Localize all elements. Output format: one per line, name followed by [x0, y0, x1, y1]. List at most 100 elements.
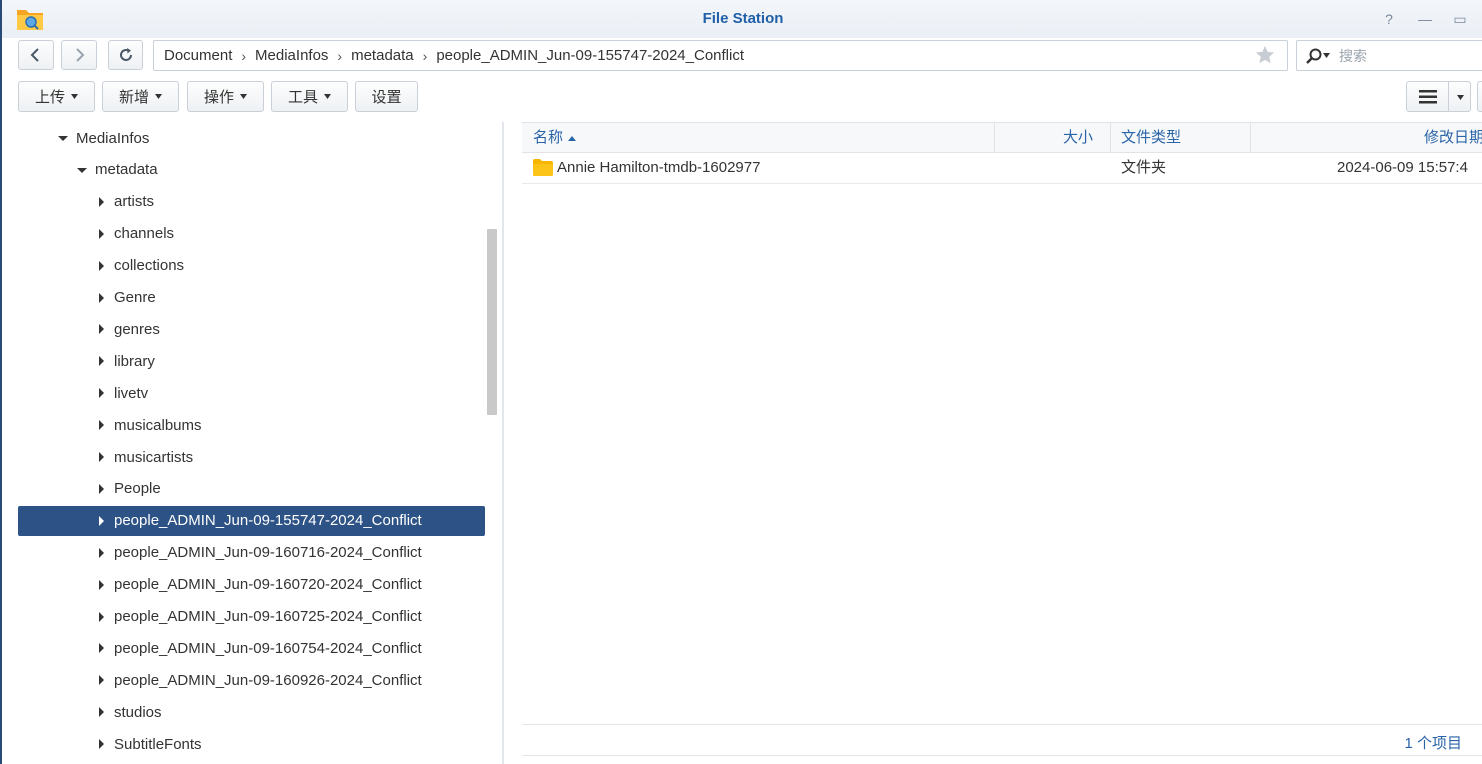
chevron-down-icon[interactable]	[1457, 95, 1464, 100]
tree-item[interactable]: artists	[18, 187, 485, 217]
new-button[interactable]: 新增	[102, 81, 179, 112]
caret-right-icon[interactable]	[96, 292, 106, 303]
column-header-modified[interactable]: 修改日期	[1424, 123, 1482, 153]
caret-right-icon[interactable]	[96, 483, 106, 494]
column-header-type[interactable]: 文件类型	[1121, 123, 1181, 153]
tree-item[interactable]: people_ADMIN_Jun-09-160754-2024_Conflict	[18, 633, 485, 663]
view-button-divider	[1448, 82, 1449, 111]
caret-right-icon[interactable]	[96, 452, 106, 462]
settings-button[interactable]: 设置	[355, 81, 418, 112]
breadcrumb-item-current[interactable]: people_ADMIN_Jun-09-155747-2024_Conflict	[436, 47, 744, 64]
caret-right-icon[interactable]	[96, 739, 106, 750]
tree-item[interactable]: library	[18, 346, 485, 376]
caret-right-icon[interactable]	[96, 388, 106, 399]
tree-item[interactable]: metadata	[18, 155, 485, 185]
tree-item-label: studios	[114, 703, 162, 721]
tree-item-label: collections	[114, 257, 185, 275]
caret-right-icon[interactable]	[96, 260, 106, 271]
sort-button[interactable]	[1477, 81, 1482, 112]
tree-item[interactable]: people_ADMIN_Jun-09-160716-2024_Conflict	[18, 538, 485, 568]
breadcrumb-separator: ›	[422, 47, 428, 64]
search-input[interactable]	[1339, 46, 1482, 66]
caret-right-icon[interactable]	[96, 228, 106, 239]
caret-right-icon[interactable]	[96, 643, 106, 654]
caret-right-icon[interactable]	[96, 675, 106, 686]
breadcrumb-item-document[interactable]: Document	[164, 47, 232, 64]
chevron-down-icon	[71, 94, 78, 99]
search-icon[interactable]	[1305, 47, 1323, 65]
caret-down-icon[interactable]	[77, 165, 87, 175]
breadcrumb-item-mediainfos[interactable]: MediaInfos	[255, 47, 328, 64]
folder-icon	[533, 159, 553, 176]
chevron-left-icon	[30, 48, 39, 62]
action-button[interactable]: 操作	[187, 81, 264, 112]
tree-item[interactable]: people_ADMIN_Jun-09-160725-2024_Conflict	[18, 602, 485, 632]
tree-item-label: library	[114, 352, 155, 370]
tree-item[interactable]: MediaInfos	[18, 123, 485, 153]
chevron-down-icon	[155, 94, 162, 99]
sort-ascending-icon	[568, 135, 577, 141]
forward-button[interactable]	[61, 40, 97, 70]
tree-item-label: people_ADMIN_Jun-09-160754-2024_Conflict	[114, 639, 422, 657]
minimize-icon[interactable]: —	[1416, 10, 1434, 28]
file-station-window: File Station ? — ▭ Document › MediaInfos…	[0, 0, 1482, 764]
tree-item[interactable]: livetv	[18, 378, 485, 408]
tree-item-label: SubtitleFonts	[114, 735, 202, 753]
tree-item-label: musicalbums	[114, 416, 202, 434]
new-label: 新增	[118, 89, 149, 106]
caret-right-icon[interactable]	[96, 420, 106, 431]
tools-button[interactable]: 工具	[271, 81, 348, 112]
tree-scrollbar[interactable]	[487, 229, 497, 415]
chevron-down-icon[interactable]	[1323, 53, 1330, 58]
tree-item[interactable]: studios	[18, 697, 485, 727]
tree-item-label: people_ADMIN_Jun-09-160725-2024_Conflict	[114, 608, 422, 625]
back-button[interactable]	[18, 40, 54, 70]
tree-item-label: people_ADMIN_Jun-09-155747-2024_Conflict	[114, 512, 422, 530]
caret-right-icon[interactable]	[96, 579, 106, 590]
tree-item[interactable]: people_ADMIN_Jun-09-160720-2024_Conflict	[18, 570, 485, 600]
action-label: 操作	[203, 89, 234, 106]
tree-item[interactable]: genres	[18, 314, 485, 344]
caret-right-icon[interactable]	[96, 707, 106, 718]
column-separator[interactable]	[1250, 123, 1251, 153]
file-list-header: 名称 大小 文件类型 修改日期	[522, 122, 1482, 153]
caret-down-icon[interactable]	[58, 133, 68, 143]
column-header-size[interactable]: 大小	[995, 123, 1093, 153]
help-icon[interactable]: ?	[1380, 10, 1398, 28]
caret-right-icon[interactable]	[96, 611, 106, 622]
view-mode-button[interactable]	[1406, 81, 1471, 112]
tree-item[interactable]: People	[18, 474, 485, 504]
tree-item[interactable]: channels	[18, 219, 485, 249]
tree-item-label: people_ADMIN_Jun-09-160716-2024_Conflict	[114, 544, 422, 562]
column-header-name[interactable]: 名称	[533, 123, 577, 153]
caret-right-icon[interactable]	[96, 547, 106, 558]
maximize-icon[interactable]: ▭	[1451, 10, 1469, 28]
tree-item[interactable]: people_ADMIN_Jun-09-160926-2024_Conflict	[18, 665, 485, 695]
tree-item[interactable]: people_ADMIN_Jun-09-155747-2024_Conflict	[18, 505, 485, 536]
breadcrumb-separator: ›	[241, 47, 247, 64]
file-list-row[interactable]: Annie Hamilton-tmdb-1602977 文件夹 2024-06-…	[522, 153, 1482, 184]
pane-splitter[interactable]	[502, 122, 504, 764]
tree-item-label: People	[114, 480, 161, 498]
tree-item[interactable]: musicartists	[18, 442, 485, 472]
folder-tree: MediaInfos metadata artists channels collect…	[18, 122, 485, 764]
refresh-button[interactable]	[108, 40, 143, 70]
column-separator[interactable]	[1110, 123, 1111, 153]
tree-item[interactable]: Genre	[18, 283, 485, 313]
tree-item-label: metadata	[95, 161, 158, 179]
tree-item-label: artists	[114, 193, 155, 211]
caret-right-icon[interactable]	[96, 515, 106, 526]
upload-button[interactable]: 上传	[18, 81, 95, 112]
star-icon[interactable]	[1254, 44, 1276, 66]
footer-divider	[522, 755, 1482, 756]
tree-item-label: Genre	[114, 289, 156, 306]
breadcrumb-item-metadata[interactable]: metadata	[351, 47, 414, 64]
tree-item[interactable]: SubtitleFonts	[18, 729, 485, 759]
tree-item[interactable]: collections	[18, 251, 485, 281]
window-title: File Station	[702, 10, 784, 27]
caret-right-icon[interactable]	[96, 324, 106, 335]
caret-right-icon[interactable]	[96, 356, 106, 367]
tree-item[interactable]: musicalbums	[18, 410, 485, 440]
refresh-icon	[119, 48, 132, 61]
caret-right-icon[interactable]	[96, 196, 106, 207]
